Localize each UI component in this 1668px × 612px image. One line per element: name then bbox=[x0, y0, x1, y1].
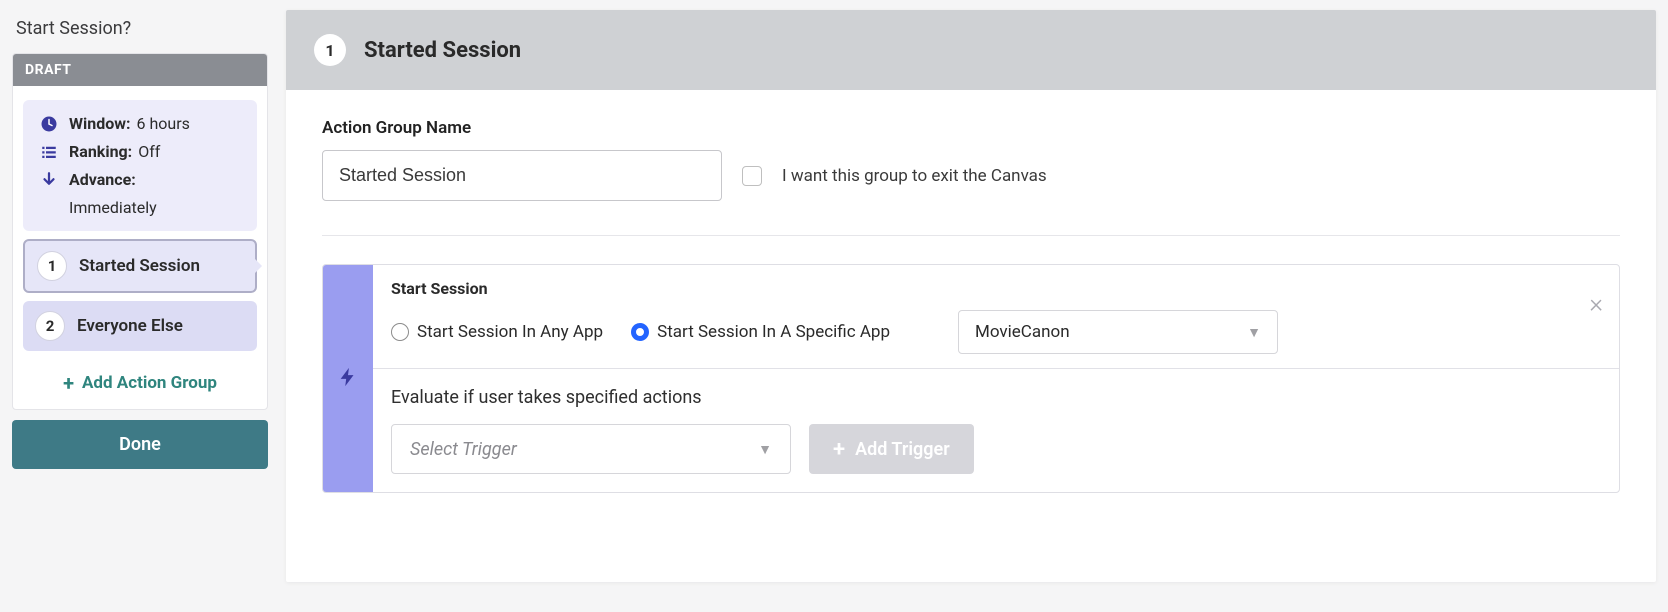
radio-any-app[interactable]: Start Session In Any App bbox=[391, 322, 603, 342]
action-item-everyone-else[interactable]: 2 Everyone Else bbox=[23, 301, 257, 351]
add-trigger-label: Add Trigger bbox=[855, 439, 950, 460]
setting-advance-label: Advance: bbox=[69, 170, 136, 189]
action-item-label: Everyone Else bbox=[77, 316, 183, 336]
sidebar: Start Session? DRAFT Window: 6 hours Ran… bbox=[0, 0, 280, 612]
radio-specific-app[interactable]: Start Session In A Specific App bbox=[631, 322, 890, 342]
list-icon bbox=[39, 142, 59, 162]
trigger-card: × Start Session Start Session In Any App… bbox=[322, 264, 1620, 493]
done-button[interactable]: Done bbox=[12, 420, 268, 469]
main-body: Action Group Name I want this group to e… bbox=[286, 90, 1656, 521]
setting-window-value: 6 hours bbox=[137, 114, 190, 133]
app-select-value: MovieCanon bbox=[975, 322, 1070, 342]
radio-any-label: Start Session In Any App bbox=[417, 322, 603, 342]
action-item-number: 2 bbox=[35, 311, 65, 341]
sidebar-title: Start Session? bbox=[12, 18, 268, 53]
app-select[interactable]: MovieCanon ▼ bbox=[958, 310, 1278, 354]
add-trigger-button[interactable]: + Add Trigger bbox=[809, 424, 974, 474]
lightning-icon bbox=[337, 366, 359, 392]
exit-canvas-label: I want this group to exit the Canvas bbox=[782, 166, 1047, 186]
plus-icon: + bbox=[63, 371, 74, 395]
radio-specific-label: Start Session In A Specific App bbox=[657, 322, 890, 342]
setting-ranking: Ranking: Off bbox=[39, 142, 241, 162]
chevron-down-icon: ▼ bbox=[1247, 324, 1261, 341]
radio-icon bbox=[391, 323, 409, 341]
setting-ranking-label: Ranking: bbox=[69, 142, 132, 161]
close-icon[interactable]: × bbox=[1589, 291, 1603, 317]
evaluate-text: Evaluate if user takes specified actions bbox=[391, 387, 1601, 408]
trigger-accent bbox=[323, 265, 373, 492]
page-title: Started Session bbox=[364, 38, 521, 63]
radio-icon bbox=[631, 323, 649, 341]
divider bbox=[322, 235, 1620, 236]
action-item-label: Started Session bbox=[79, 256, 200, 276]
add-action-group-button[interactable]: + Add Action Group bbox=[13, 359, 267, 409]
trigger-title: Start Session bbox=[391, 279, 1601, 298]
trigger-select[interactable]: Select Trigger ▼ bbox=[391, 424, 791, 474]
setting-ranking-value: Off bbox=[138, 142, 160, 161]
setting-advance: Advance: bbox=[39, 170, 241, 190]
clock-icon bbox=[39, 114, 59, 134]
add-action-group-label: Add Action Group bbox=[82, 373, 217, 393]
plus-icon: + bbox=[833, 437, 845, 462]
setting-advance-value: Immediately bbox=[69, 198, 241, 217]
action-item-started-session[interactable]: 1 Started Session bbox=[23, 239, 257, 293]
sidebar-panel: DRAFT Window: 6 hours Ranking: Off bbox=[12, 53, 268, 410]
trigger-content: × Start Session Start Session In Any App… bbox=[373, 265, 1619, 492]
main-header: 1 Started Session bbox=[286, 10, 1656, 90]
action-item-number: 1 bbox=[37, 251, 67, 281]
trigger-top: × Start Session Start Session In Any App… bbox=[373, 265, 1619, 369]
setting-window-label: Window: bbox=[69, 114, 131, 133]
trigger-select-placeholder: Select Trigger bbox=[410, 439, 517, 460]
chevron-down-icon: ▼ bbox=[758, 441, 772, 458]
exit-canvas-checkbox[interactable] bbox=[742, 166, 762, 186]
trigger-bottom: Evaluate if user takes specified actions… bbox=[373, 369, 1619, 492]
settings-block: Window: 6 hours Ranking: Off Advance: bbox=[23, 100, 257, 231]
group-name-input[interactable] bbox=[322, 150, 722, 201]
main-panel: 1 Started Session Action Group Name I wa… bbox=[286, 10, 1656, 582]
arrow-down-icon bbox=[39, 170, 59, 190]
setting-window: Window: 6 hours bbox=[39, 114, 241, 134]
status-badge: DRAFT bbox=[13, 54, 267, 86]
group-name-label: Action Group Name bbox=[322, 118, 1620, 138]
header-number-badge: 1 bbox=[314, 34, 346, 66]
